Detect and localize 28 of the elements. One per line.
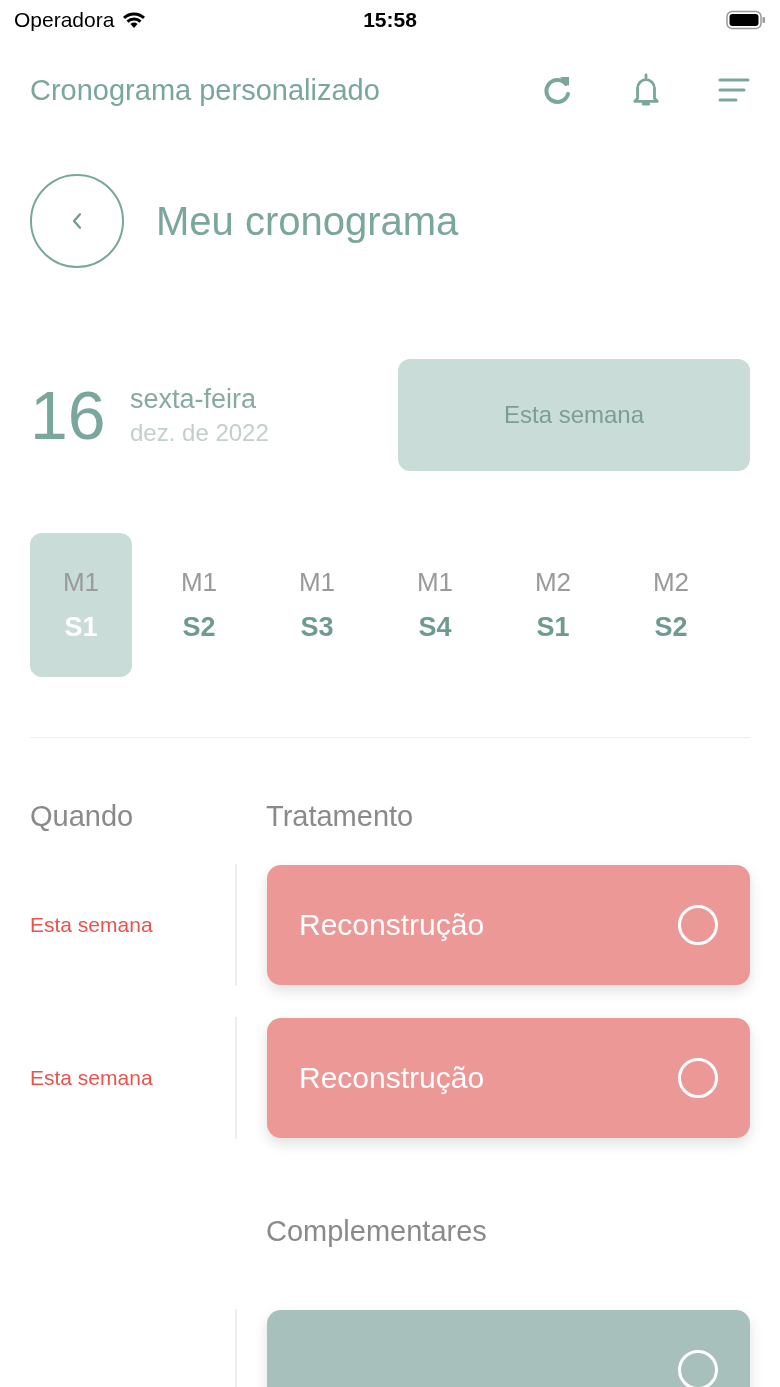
week-tab[interactable]: M2 S1 <box>502 533 604 677</box>
chevron-left-icon <box>71 212 83 230</box>
day-number: 16 <box>30 376 107 454</box>
this-week-button[interactable]: Esta semana <box>398 359 750 471</box>
status-circle[interactable] <box>678 1058 718 1098</box>
status-time: 15:58 <box>362 8 418 32</box>
treatment-card[interactable]: Reconstrução <box>267 865 750 985</box>
bell-icon[interactable] <box>630 72 662 108</box>
status-circle[interactable] <box>678 905 718 945</box>
month-year: dez. de 2022 <box>130 418 269 447</box>
treatment-card[interactable]: Reconstrução <box>267 1018 750 1138</box>
week-tab[interactable]: M1 S3 <box>266 533 368 677</box>
week-tab[interactable]: M1 S2 <box>148 533 250 677</box>
app-title: Cronograma personalizado <box>30 73 380 107</box>
battery-icon <box>726 10 766 30</box>
column-heading: Tratamento <box>266 800 414 833</box>
weekday: sexta-feira <box>130 383 258 415</box>
column-heading: Quando <box>30 800 135 833</box>
week-tab[interactable]: M2 S2 <box>620 533 722 677</box>
menu-icon[interactable] <box>718 76 750 104</box>
wifi-icon <box>122 11 147 29</box>
page-title: Meu cronograma <box>156 198 459 244</box>
week-tab[interactable]: M1 S4 <box>384 533 486 677</box>
when-label: Esta semana <box>30 913 153 936</box>
section-title: Complementares <box>266 1215 487 1247</box>
status-circle[interactable] <box>678 1350 718 1387</box>
when-label: Esta semana <box>30 1066 153 1089</box>
carrier-name: Operadora <box>14 8 115 32</box>
